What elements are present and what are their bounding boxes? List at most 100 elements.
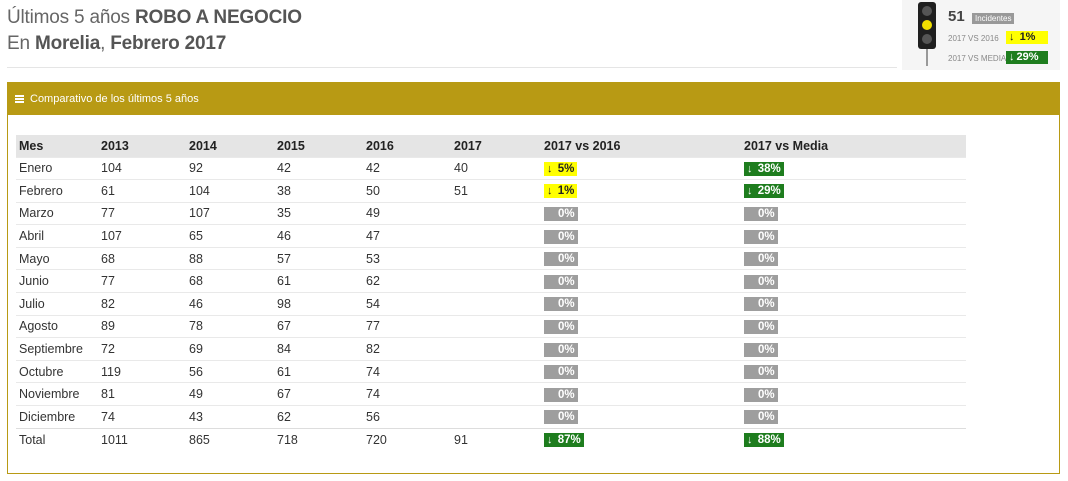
table-total-row: Total 1011 865 718 720 91 ↓ 87% ↓ 88% bbox=[16, 427, 966, 451]
value-cell: 77 bbox=[98, 269, 186, 293]
value-cell bbox=[451, 201, 541, 225]
value-cell: 49 bbox=[363, 201, 451, 225]
value-cell: 50 bbox=[363, 179, 451, 203]
change-value: 0% bbox=[758, 343, 775, 356]
value-cell: 69 bbox=[186, 337, 274, 361]
vsmedia-value: 29% bbox=[1016, 51, 1039, 63]
comparison-cell: 0% bbox=[741, 269, 966, 293]
change-value: 0% bbox=[758, 207, 775, 220]
col-header: 2013 bbox=[98, 135, 186, 157]
month-cell: Diciembre bbox=[16, 405, 98, 429]
value-cell: 42 bbox=[274, 156, 363, 180]
value-cell: 84 bbox=[274, 337, 363, 361]
change-value: 0% bbox=[558, 343, 575, 356]
comparison-cell: 0% bbox=[741, 314, 966, 338]
value-cell: 38 bbox=[274, 179, 363, 203]
value-cell bbox=[451, 292, 541, 316]
change-value: 0% bbox=[558, 411, 575, 424]
arrow-down-icon: ↓ bbox=[747, 434, 753, 447]
change-value: 0% bbox=[758, 411, 775, 424]
comparison-cell: ↓ 88% bbox=[741, 427, 966, 451]
arrow-down-icon: ↓ bbox=[747, 162, 753, 175]
table-row: Julio 82 46 98 54 0% 0% bbox=[16, 292, 966, 316]
value-cell: 91 bbox=[451, 427, 541, 451]
comparison-cell: ↓ 1% bbox=[541, 179, 741, 203]
change-value: 0% bbox=[558, 275, 575, 288]
value-cell: 78 bbox=[186, 314, 274, 338]
title-line-1: Últimos 5 años ROBO A NEGOCIO bbox=[7, 6, 897, 30]
month-cell: Total bbox=[16, 427, 98, 451]
value-cell: 65 bbox=[186, 224, 274, 248]
city-name: Morelia bbox=[34, 33, 101, 54]
month-cell: Octubre bbox=[16, 359, 98, 383]
traffic-light-icon bbox=[918, 2, 936, 49]
comparison-cell: 0% bbox=[741, 405, 966, 429]
month-cell: Junio bbox=[16, 269, 98, 293]
change-badge: 0% bbox=[744, 274, 778, 289]
yellow-light bbox=[922, 20, 932, 30]
table-row: Febrero 61 104 38 50 51 ↓ 1% ↓ 29% bbox=[16, 179, 966, 203]
value-cell: 82 bbox=[363, 337, 451, 361]
change-badge: 0% bbox=[744, 319, 778, 334]
value-cell: 718 bbox=[274, 427, 363, 451]
value-cell: 35 bbox=[274, 201, 363, 225]
change-value: 0% bbox=[558, 366, 575, 379]
comparison-cell: ↓ 29% bbox=[741, 179, 966, 203]
value-cell: 104 bbox=[98, 156, 186, 180]
value-cell: 56 bbox=[363, 405, 451, 429]
comparison-cell: ↓ 5% bbox=[541, 156, 741, 180]
panel-title: Comparativo de los últimos 5 años bbox=[30, 93, 199, 105]
comparison-cell: 0% bbox=[541, 314, 741, 338]
table-row: Mayo 68 88 57 53 0% 0% bbox=[16, 246, 966, 270]
value-cell: 107 bbox=[186, 201, 274, 225]
month-cell: Marzo bbox=[16, 201, 98, 225]
change-value: 1% bbox=[557, 185, 575, 198]
col-header: 2015 bbox=[274, 135, 363, 157]
comparison-cell: 0% bbox=[741, 246, 966, 270]
change-badge: 0% bbox=[544, 410, 578, 425]
value-cell: 68 bbox=[98, 246, 186, 270]
col-header: 2016 bbox=[363, 135, 451, 157]
comparison-cell: 0% bbox=[741, 224, 966, 248]
change-badge: ↓ 87% bbox=[544, 433, 584, 448]
value-cell: 68 bbox=[186, 269, 274, 293]
change-badge: 0% bbox=[544, 206, 578, 221]
value-cell: 61 bbox=[98, 179, 186, 203]
change-badge: ↓ 88% bbox=[744, 433, 784, 448]
change-value: 0% bbox=[558, 298, 575, 311]
value-cell: 77 bbox=[98, 201, 186, 225]
table-row: Enero 104 92 42 42 40 ↓ 5% ↓ 38% bbox=[16, 156, 966, 180]
comparison-cell: 0% bbox=[741, 201, 966, 225]
month-cell: Mayo bbox=[16, 246, 98, 270]
change-badge: ↓ 5% bbox=[544, 161, 578, 176]
change-value: 38% bbox=[757, 162, 781, 175]
value-cell: 46 bbox=[274, 224, 363, 248]
comparison-cell: ↓ 38% bbox=[741, 156, 966, 180]
change-badge: 0% bbox=[744, 252, 778, 267]
change-value: 5% bbox=[557, 162, 575, 175]
change-value: 0% bbox=[758, 366, 775, 379]
period: Febrero 2017 bbox=[110, 33, 227, 54]
change-badge: 0% bbox=[544, 297, 578, 312]
value-cell: 72 bbox=[98, 337, 186, 361]
change-value: 0% bbox=[758, 275, 775, 288]
change-badge: 0% bbox=[744, 297, 778, 312]
change-value: 0% bbox=[758, 253, 775, 266]
comparison-cell: 0% bbox=[541, 382, 741, 406]
value-cell bbox=[451, 382, 541, 406]
vsmedia-badge: ↓ 29% bbox=[1006, 51, 1048, 64]
title-line-2: En Morelia, Febrero 2017 bbox=[7, 32, 897, 56]
change-badge: 0% bbox=[544, 229, 578, 244]
change-badge: 0% bbox=[544, 387, 578, 402]
title-separator: , bbox=[100, 33, 106, 54]
arrow-down-icon: ↓ bbox=[547, 185, 553, 198]
comparison-cell: 0% bbox=[541, 359, 741, 383]
value-cell: 51 bbox=[451, 179, 541, 203]
value-cell bbox=[451, 337, 541, 361]
value-cell bbox=[451, 405, 541, 429]
change-badge: 0% bbox=[744, 206, 778, 221]
green-light bbox=[922, 34, 932, 44]
value-cell: 54 bbox=[363, 292, 451, 316]
crime-type: ROBO A NEGOCIO bbox=[134, 7, 302, 28]
change-badge: 0% bbox=[744, 410, 778, 425]
